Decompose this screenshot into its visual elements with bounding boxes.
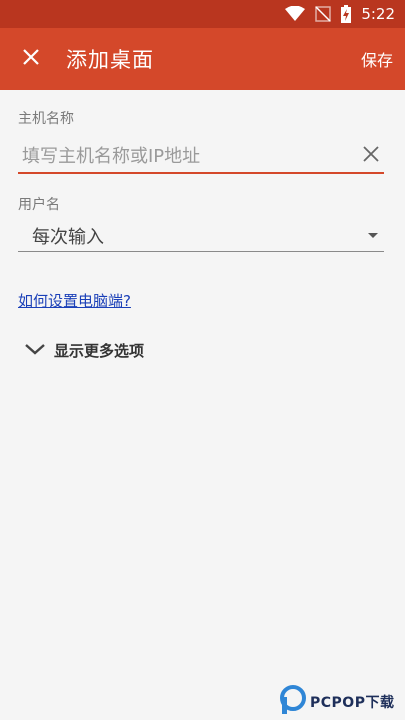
save-button[interactable]: 保存 (361, 47, 405, 71)
clear-input-button[interactable] (358, 143, 384, 169)
close-button[interactable] (0, 28, 62, 90)
watermark: PCPOP下载 (280, 683, 405, 720)
username-label: 用户名 (18, 197, 60, 213)
battery-charging-icon (341, 5, 352, 23)
status-bar: 5:22 (0, 0, 405, 28)
status-time: 5:22 (361, 5, 395, 23)
username-selected-value: 每次输入 (32, 226, 104, 248)
chevron-down-icon (24, 341, 46, 360)
watermark-text: PCPOP下载 (310, 694, 395, 711)
page-title: 添加桌面 (66, 48, 154, 72)
show-more-options-label: 显示更多选项 (54, 342, 145, 360)
host-name-field (18, 140, 384, 174)
clear-icon (362, 145, 380, 167)
signal-off-icon (315, 6, 332, 22)
setup-pc-help-link[interactable]: 如何设置电脑端? (18, 290, 131, 311)
close-icon (22, 48, 40, 70)
pcpop-logo-icon (280, 684, 306, 719)
host-name-input[interactable] (18, 141, 358, 171)
app-bar: 添加桌面 保存 (0, 28, 405, 90)
chevron-down-icon (368, 233, 378, 238)
host-name-label: 主机名称 (18, 111, 74, 127)
wifi-icon (285, 6, 306, 22)
username-dropdown[interactable]: 每次输入 (18, 220, 384, 252)
show-more-options-toggle[interactable]: 显示更多选项 (24, 340, 144, 361)
